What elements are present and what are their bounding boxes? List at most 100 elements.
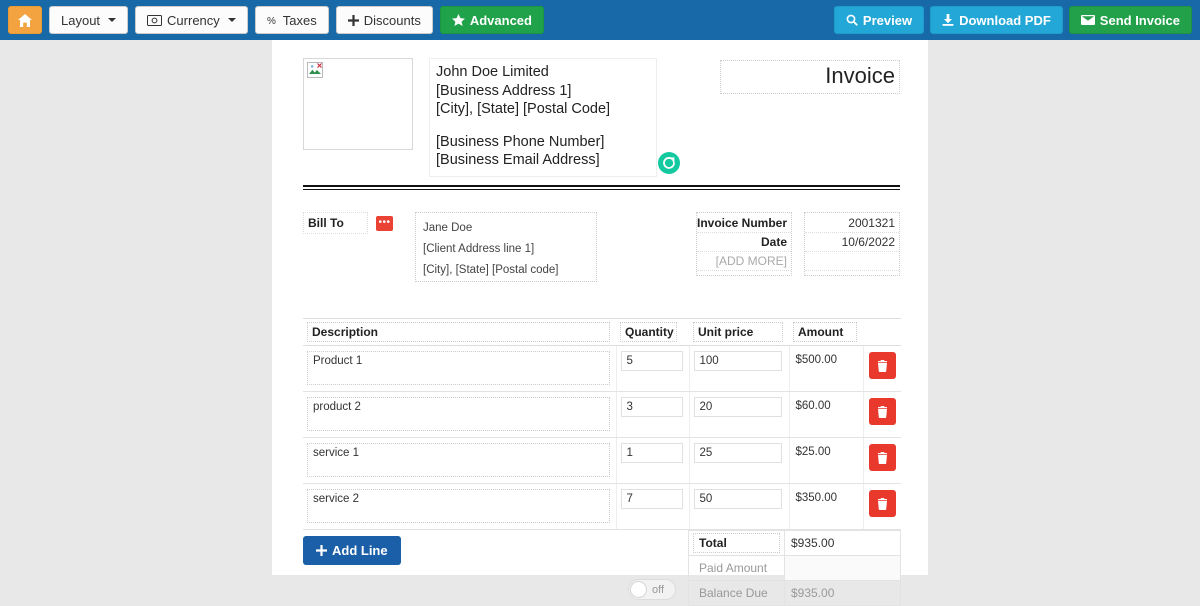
table-row: product 2 3 20 $60.00 bbox=[303, 391, 901, 438]
delete-row-button[interactable] bbox=[868, 352, 896, 379]
row-quantity-input[interactable]: 3 bbox=[620, 397, 683, 417]
client-info-box[interactable]: Jane Doe [Client Address line 1] [City],… bbox=[415, 212, 597, 282]
invoice-meta: Invoice Number Date [ADD MORE] 2001321 1… bbox=[696, 212, 900, 276]
balance-due-label-cell: Balance Due bbox=[688, 580, 785, 606]
home-button[interactable] bbox=[8, 6, 42, 34]
toolbar-left-group: Layout Currency % Taxes Discounts Advanc… bbox=[8, 6, 544, 34]
meta-value-extra[interactable] bbox=[805, 252, 899, 271]
paid-amount-value-cell bbox=[784, 555, 901, 581]
taxes-button[interactable]: % Taxes bbox=[254, 6, 329, 34]
row-quantity-input[interactable]: 7 bbox=[620, 489, 683, 509]
toolbar-right-group: Preview Download PDF Send Invoice bbox=[833, 6, 1192, 34]
date-label[interactable]: Date bbox=[697, 233, 791, 252]
banknote-icon bbox=[147, 14, 163, 26]
delete-row-button[interactable] bbox=[868, 444, 896, 471]
invoice-number-value[interactable]: 2001321 bbox=[805, 214, 899, 233]
row-description-input[interactable]: service 2 bbox=[307, 489, 610, 523]
plus-icon bbox=[316, 545, 327, 556]
total-row: Total $935.00 bbox=[688, 530, 901, 556]
discounts-label: Discounts bbox=[363, 12, 421, 28]
toggle-state-label: off bbox=[652, 583, 665, 596]
row-quantity-cell: 1 bbox=[615, 437, 689, 484]
home-icon bbox=[18, 13, 32, 27]
balance-due-label: Balance Due bbox=[699, 586, 768, 600]
client-name: Jane Doe bbox=[423, 222, 473, 234]
add-line-button[interactable]: Add Line bbox=[303, 536, 401, 565]
add-line-label: Add Line bbox=[332, 543, 388, 558]
row-description-cell: product 2 bbox=[303, 391, 616, 438]
billto-options-button[interactable]: ••• bbox=[376, 215, 393, 231]
logo-upload-box[interactable] bbox=[303, 58, 413, 150]
preview-button[interactable]: Preview bbox=[833, 6, 925, 34]
header-cell-actions bbox=[863, 318, 901, 346]
row-amount-value: $500.00 bbox=[795, 354, 838, 366]
header-unit-price-label[interactable]: Unit price bbox=[693, 322, 783, 342]
invoice-number-label[interactable]: Invoice Number bbox=[697, 214, 791, 233]
totals-table: Total $935.00 Paid Amount Balance Due $9… bbox=[688, 530, 901, 606]
row-actions-cell bbox=[862, 483, 901, 530]
billto-column: Bill To ••• bbox=[303, 212, 393, 234]
discounts-button[interactable]: Discounts bbox=[335, 6, 433, 34]
row-actions-cell bbox=[862, 345, 901, 392]
invoice-title[interactable]: Invoice bbox=[720, 60, 900, 94]
add-more-button[interactable]: [ADD MORE] bbox=[697, 252, 791, 271]
date-value[interactable]: 10/6/2022 bbox=[805, 233, 899, 252]
line-items-table: Description Quantity Unit price Amount P… bbox=[303, 318, 901, 530]
trash-icon bbox=[877, 451, 887, 464]
row-description-input[interactable]: service 1 bbox=[307, 443, 610, 477]
delete-row-button[interactable] bbox=[868, 398, 896, 425]
client-address-2: [City], [State] [Postal code] bbox=[423, 264, 559, 276]
workspace: John Doe Limited [Business Address 1] [C… bbox=[0, 40, 1200, 606]
paid-amount-toggle[interactable]: off bbox=[628, 579, 676, 600]
total-value-cell: $935.00 bbox=[784, 530, 901, 556]
row-description-input[interactable]: Product 1 bbox=[307, 351, 610, 385]
paid-toggle-wrap: off bbox=[303, 579, 688, 600]
row-description-cell: service 2 bbox=[303, 483, 616, 530]
refresh-icon[interactable] bbox=[658, 151, 680, 174]
layout-label: Layout bbox=[61, 12, 101, 28]
paid-amount-label: Paid Amount bbox=[699, 561, 768, 575]
business-address-2: [City], [State] [Postal Code] bbox=[436, 101, 611, 117]
row-unit-price-cell: 50 bbox=[688, 483, 789, 530]
balance-due-value-cell: $935.00 bbox=[784, 580, 901, 606]
preview-label: Preview bbox=[862, 12, 913, 28]
header-cell-amount: Amount bbox=[789, 318, 863, 346]
row-description-input[interactable]: product 2 bbox=[307, 397, 610, 431]
total-label[interactable]: Total bbox=[693, 533, 780, 553]
advanced-label: Advanced bbox=[469, 12, 532, 28]
table-row: service 1 1 25 $25.00 bbox=[303, 437, 901, 484]
delete-row-button[interactable] bbox=[868, 490, 896, 517]
header-cell-unit-price: Unit price bbox=[689, 318, 789, 346]
row-unit-price-input[interactable]: 50 bbox=[693, 489, 782, 509]
invoice-footer: Add Line off Total $935.00 Paid Amount B… bbox=[303, 530, 901, 606]
meta-values: 2001321 10/6/2022 bbox=[804, 212, 900, 276]
row-unit-price-input[interactable]: 20 bbox=[693, 397, 782, 417]
meta-labels: Invoice Number Date [ADD MORE] bbox=[696, 212, 792, 276]
invoice-title-wrap: Invoice bbox=[720, 58, 900, 94]
advanced-button[interactable]: Advanced bbox=[439, 6, 544, 34]
row-unit-price-input[interactable]: 25 bbox=[693, 443, 782, 463]
send-invoice-label: Send Invoice bbox=[1099, 12, 1180, 28]
layout-button[interactable]: Layout bbox=[49, 6, 129, 34]
header-amount-label[interactable]: Amount bbox=[793, 322, 857, 342]
row-quantity-cell: 3 bbox=[615, 391, 689, 438]
send-invoice-button[interactable]: Send Invoice bbox=[1068, 6, 1192, 34]
taxes-label: Taxes bbox=[282, 12, 317, 28]
envelope-icon bbox=[1080, 15, 1095, 25]
download-pdf-button[interactable]: Download PDF bbox=[930, 6, 1063, 34]
row-amount-cell: $25.00 bbox=[788, 437, 863, 484]
header-quantity-label[interactable]: Quantity bbox=[620, 322, 677, 342]
business-info-block[interactable]: John Doe Limited [Business Address 1] [C… bbox=[429, 58, 680, 177]
row-quantity-input[interactable]: 5 bbox=[620, 351, 683, 371]
trash-icon bbox=[877, 359, 887, 372]
billto-label[interactable]: Bill To bbox=[303, 212, 368, 234]
ellipsis-icon: ••• bbox=[378, 217, 391, 228]
row-unit-price-input[interactable]: 100 bbox=[693, 351, 782, 371]
currency-button[interactable]: Currency bbox=[135, 6, 248, 34]
header-description-label[interactable]: Description bbox=[307, 322, 610, 342]
business-phone: [Business Phone Number] bbox=[436, 133, 605, 150]
row-quantity-input[interactable]: 1 bbox=[620, 443, 683, 463]
header-divider bbox=[303, 185, 900, 190]
toggle-knob bbox=[630, 581, 647, 598]
